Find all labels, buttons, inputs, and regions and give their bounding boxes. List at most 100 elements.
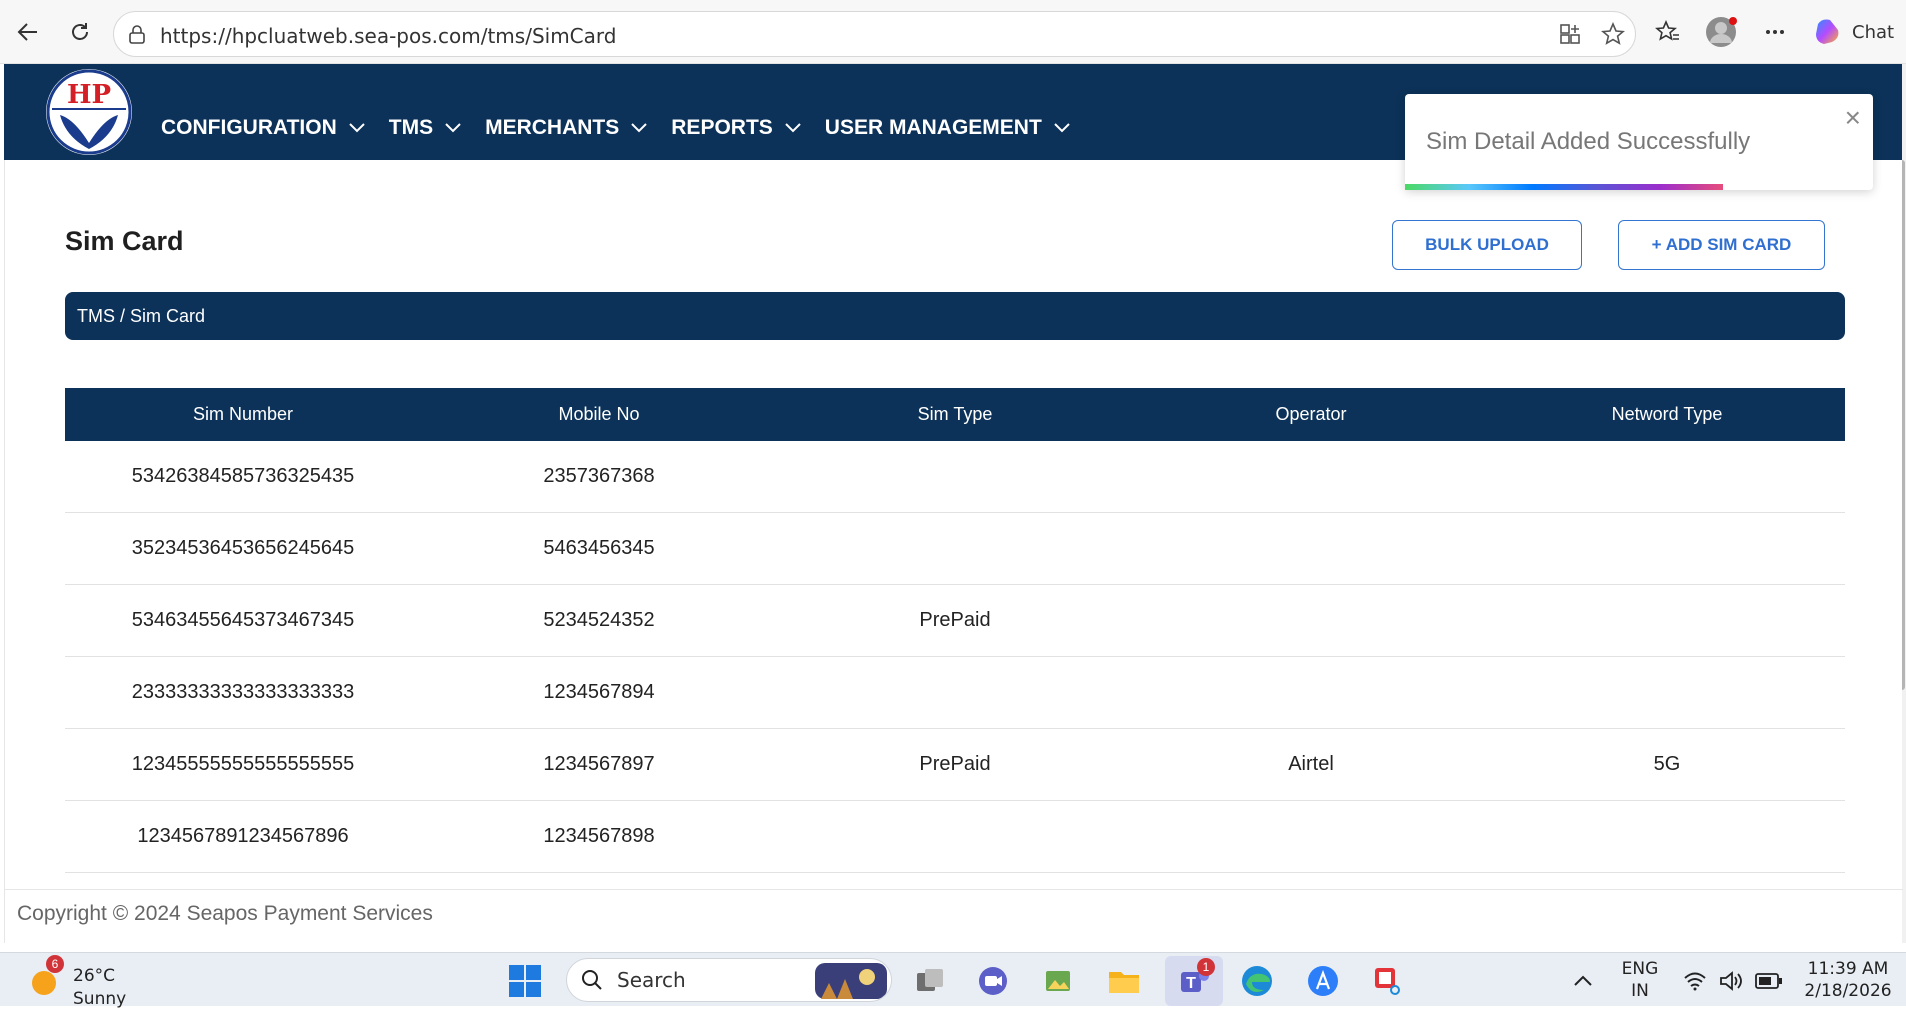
cell-operator: Airtel — [1288, 753, 1334, 775]
teams-button[interactable]: T 1 — [1165, 956, 1223, 1006]
sim-card-table: Sim Number Mobile No Sim Type Operator N… — [65, 388, 1845, 873]
menu-tms-label: TMS — [388, 116, 434, 139]
menu-configuration-label: CONFIGURATION — [161, 116, 337, 139]
weather-widget[interactable]: 6 — [24, 955, 64, 1001]
chevron-down-icon — [631, 123, 647, 133]
search-icon — [582, 970, 602, 990]
breadcrumb: TMS / Sim Card — [65, 292, 1845, 340]
edge-browser-button[interactable] — [1237, 961, 1277, 1001]
meet-app-button[interactable] — [973, 961, 1013, 1001]
cell-sim-number: 1234567891234567896 — [137, 825, 349, 847]
cell-sim-type: PrePaid — [919, 753, 991, 775]
page-footer: Copyright © 2024 Seapos Payment Services — [5, 889, 1903, 943]
volume-icon[interactable] — [1719, 971, 1743, 991]
table-row[interactable]: 53463455645373467345 5234524352 PrePaid — [65, 585, 1845, 657]
toast-close-button[interactable]: × — [1845, 102, 1861, 134]
app-store-button[interactable] — [1303, 961, 1343, 1001]
weather-badge: 6 — [46, 955, 64, 973]
task-view-button[interactable] — [910, 961, 950, 1001]
column-header-network-type[interactable]: Netword Type — [1489, 404, 1845, 425]
favorite-star-icon[interactable] — [1601, 22, 1625, 46]
windows-logo-icon — [509, 965, 541, 997]
image-editor-button[interactable] — [1038, 961, 1078, 1001]
reload-icon — [72, 23, 88, 40]
column-header-mobile-no[interactable]: Mobile No — [421, 404, 777, 425]
snipping-tool-icon — [1375, 968, 1400, 995]
menu-merchants[interactable]: MERCHANTS — [485, 116, 647, 140]
video-chat-icon — [979, 967, 1007, 995]
chevron-down-icon — [1054, 123, 1070, 133]
photo-editor-icon — [1046, 971, 1070, 991]
clock-date[interactable]: 2/18/2026 — [1796, 981, 1900, 1001]
url-text[interactable]: https://hpcluatweb.sea-pos.com/tms/SimCa… — [160, 24, 616, 48]
teams-badge: 1 — [1197, 958, 1215, 976]
app-store-icon — [1308, 966, 1338, 996]
table-row[interactable]: 23333333333333333333 1234567894 — [65, 657, 1845, 729]
snipping-tool-button[interactable] — [1368, 961, 1408, 1001]
cell-mobile-no: 2357367368 — [543, 465, 655, 487]
cell-mobile-no: 1234567894 — [543, 681, 655, 703]
language-indicator-top[interactable]: ENG — [1614, 959, 1666, 979]
table-row[interactable]: 12345555555555555555 1234567897 PrePaid … — [65, 729, 1845, 801]
chevron-down-icon — [785, 123, 801, 133]
wifi-icon[interactable] — [1683, 971, 1707, 991]
cell-sim-number: 35234536453656245645 — [131, 537, 355, 559]
folder-icon — [1109, 972, 1139, 993]
toast-message: Sim Detail Added Successfully — [1426, 128, 1751, 155]
windows-taskbar: 6 26°C Sunny Search T 1 ENG IN 11:39 AM … — [0, 952, 1906, 1009]
clock-time[interactable]: 11:39 AM — [1796, 959, 1900, 979]
copilot-icon — [1816, 19, 1839, 44]
weather-condition[interactable]: Sunny — [73, 989, 126, 1009]
language-indicator-bottom[interactable]: IN — [1614, 981, 1666, 1001]
page-title: Sim Card — [65, 226, 184, 256]
chevron-down-icon — [349, 123, 365, 133]
reload-button[interactable] — [62, 14, 98, 50]
edge-icon — [1242, 966, 1272, 996]
more-menu-button[interactable] — [1757, 14, 1793, 50]
main-menu: CONFIGURATION TMS MERCHANTS REPORTS USER… — [161, 116, 1094, 140]
address-bar[interactable]: https://hpcluatweb.sea-pos.com/tms/SimCa… — [113, 11, 1636, 57]
menu-user-management[interactable]: USER MANAGEMENT — [825, 116, 1070, 140]
battery-icon[interactable] — [1755, 973, 1783, 989]
menu-merchants-label: MERCHANTS — [485, 116, 620, 139]
chevron-down-icon — [445, 123, 461, 133]
menu-reports-label: REPORTS — [671, 116, 773, 139]
task-view-icon — [917, 969, 943, 991]
menu-reports[interactable]: REPORTS — [671, 116, 801, 140]
logo-text: HP — [67, 80, 111, 110]
menu-tms[interactable]: TMS — [389, 116, 461, 140]
bulk-upload-button[interactable]: BULK UPLOAD — [1392, 220, 1582, 270]
menu-configuration[interactable]: CONFIGURATION — [161, 116, 365, 140]
column-header-sim-number[interactable]: Sim Number — [65, 404, 421, 425]
show-hidden-icons-button[interactable] — [1563, 961, 1603, 1001]
breadcrumb-text[interactable]: TMS / Sim Card — [77, 306, 205, 327]
copyright-text: Copyright © 2024 Seapos Payment Services — [17, 902, 433, 925]
taskbar-search[interactable]: Search — [566, 958, 892, 1002]
back-button[interactable] — [10, 14, 46, 50]
add-sim-card-button[interactable]: + ADD SIM CARD — [1618, 220, 1825, 270]
hp-logo[interactable]: HP — [46, 69, 132, 155]
column-header-sim-type[interactable]: Sim Type — [777, 404, 1133, 425]
lock-icon[interactable] — [128, 25, 146, 45]
chat-label: Chat — [1852, 21, 1895, 43]
weather-temperature[interactable]: 26°C — [73, 966, 115, 986]
chevron-up-icon — [1574, 975, 1592, 986]
start-button[interactable] — [505, 961, 545, 1001]
column-header-operator[interactable]: Operator — [1133, 404, 1489, 425]
search-placeholder: Search — [617, 968, 686, 992]
search-highlight-icon — [815, 963, 887, 999]
svg-text:T: T — [1186, 975, 1196, 992]
favorites-button[interactable] — [1650, 14, 1686, 50]
profile-button[interactable] — [1703, 14, 1739, 50]
table-row[interactable]: 53426384585736325435 2357367368 — [65, 441, 1845, 513]
main-content: Sim Card BULK UPLOAD + ADD SIM CARD TMS … — [4, 160, 1903, 943]
favorites-icon — [1655, 19, 1679, 41]
file-explorer-button[interactable] — [1104, 961, 1144, 1001]
cell-network-type: 5G — [1653, 753, 1681, 775]
app-available-icon[interactable] — [1559, 23, 1581, 45]
table-row[interactable]: 1234567891234567896 1234567898 — [65, 801, 1845, 873]
cell-mobile-no: 1234567898 — [543, 825, 655, 847]
table-header: Sim Number Mobile No Sim Type Operator N… — [65, 388, 1845, 441]
table-row[interactable]: 35234536453656245645 5463456345 — [65, 513, 1845, 585]
copilot-chat-button[interactable]: Chat — [1812, 14, 1894, 50]
